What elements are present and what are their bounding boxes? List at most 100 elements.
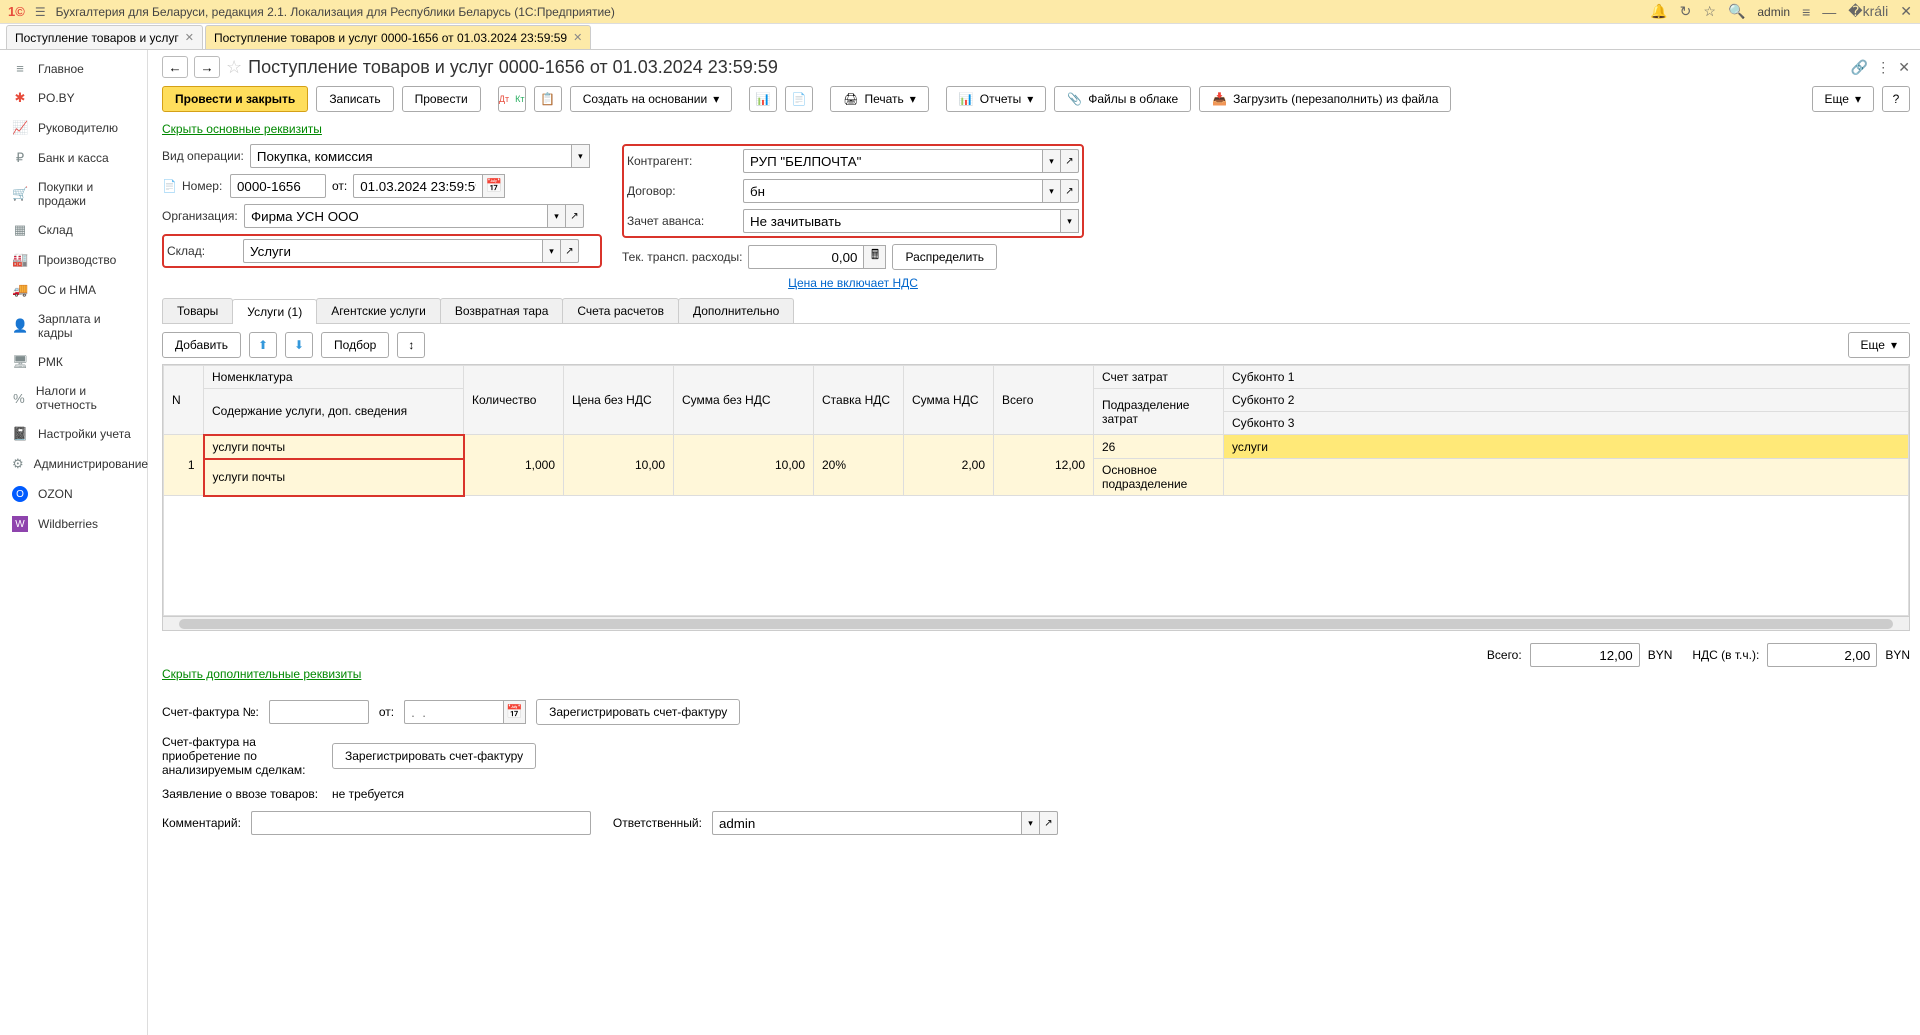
hide-main-link[interactable]: Скрыть основные реквизиты [162, 122, 322, 136]
cell-sum[interactable]: 10,00 [674, 435, 814, 496]
sidebar-item-bank[interactable]: ₽Банк и касса [0, 143, 147, 173]
menu-icon[interactable]: ☰ [35, 5, 46, 19]
col-cost-acc[interactable]: Счет затрат [1094, 366, 1224, 389]
bell-icon[interactable]: 🔔 [1650, 3, 1667, 20]
horizontal-scrollbar[interactable] [163, 616, 1909, 630]
tab-item[interactable]: Поступление товаров и услуг ✕ [6, 25, 203, 49]
load-file-button[interactable]: 📥 Загрузить (перезаполнить) из файла [1199, 86, 1451, 112]
col-sub1[interactable]: Субконто 1 [1224, 366, 1909, 389]
tab-close-icon[interactable]: ✕ [185, 31, 194, 44]
calendar-button[interactable]: 📅 [504, 700, 526, 724]
tab-agent[interactable]: Агентские услуги [316, 298, 441, 323]
sidebar-item-sales[interactable]: 🛒Покупки и продажи [0, 173, 147, 215]
dropdown-button[interactable]: ▾ [543, 239, 561, 263]
register-invoice-button[interactable]: Зарегистрировать счет-фактуру [536, 699, 740, 725]
cell-cost-dept[interactable]: Основное подразделение [1094, 459, 1224, 496]
open-button[interactable]: ↗ [566, 204, 584, 228]
col-price[interactable]: Цена без НДС [564, 366, 674, 435]
tab-close-icon[interactable]: ✕ [573, 31, 582, 44]
sidebar-item-production[interactable]: 🏭Производство [0, 245, 147, 275]
star-icon[interactable]: ☆ [1703, 3, 1716, 20]
save-button[interactable]: Записать [316, 86, 393, 112]
structure-button[interactable]: 📋 [534, 86, 562, 112]
excel-button[interactable]: 📊 [749, 86, 777, 112]
sidebar-item-assets[interactable]: 🚚ОС и НМА [0, 275, 147, 305]
cell-total[interactable]: 12,00 [994, 435, 1094, 496]
col-content[interactable]: Содержание услуги, доп. сведения [204, 389, 464, 435]
sidebar-item-ozon[interactable]: OOZON [0, 479, 147, 509]
dropdown-button[interactable]: ▾ [572, 144, 590, 168]
nav-back-button[interactable]: ← [162, 56, 188, 78]
col-cost-dept[interactable]: Подразделение затрат [1094, 389, 1224, 435]
cell-sub2[interactable] [1224, 459, 1909, 496]
sidebar-item-wb[interactable]: WWildberries [0, 509, 147, 539]
open-button[interactable]: ↗ [561, 239, 579, 263]
tab-services[interactable]: Услуги (1) [232, 299, 317, 324]
cell-price[interactable]: 10,00 [564, 435, 674, 496]
favorite-star-icon[interactable]: ☆ [226, 57, 242, 78]
advance-input[interactable] [743, 209, 1061, 233]
dropdown-button[interactable]: ▾ [1043, 179, 1061, 203]
org-input[interactable] [244, 204, 548, 228]
col-vat-rate[interactable]: Ставка НДС [814, 366, 904, 435]
price-vat-link[interactable]: Цена не включает НДС [788, 276, 918, 290]
col-sub3[interactable]: Субконто 3 [1224, 412, 1909, 435]
sidebar-item-poby[interactable]: ✱PO.BY [0, 83, 147, 113]
calc-button[interactable]: 🖩 [864, 245, 886, 269]
col-qty[interactable]: Количество [464, 366, 564, 435]
open-button[interactable]: ↗ [1061, 149, 1079, 173]
change-button[interactable]: ↕ [397, 332, 425, 358]
calendar-button[interactable]: 📅 [483, 174, 505, 198]
sidebar-item-hr[interactable]: 👤Зарплата и кадры [0, 305, 147, 347]
sidebar-item-warehouse[interactable]: ▦Склад [0, 215, 147, 245]
sidebar-item-rmk[interactable]: 🖥РМК [0, 347, 147, 377]
reports-button[interactable]: 📊 Отчеты ▾ [946, 86, 1046, 112]
move-up-button[interactable]: ⬆ [249, 332, 277, 358]
cell-sub1[interactable]: услуги [1224, 435, 1909, 459]
history-icon[interactable]: ↻ [1680, 3, 1692, 20]
col-nomenclature[interactable]: Номенклатура [204, 366, 464, 389]
register-invoice2-button[interactable]: Зарегистрировать счет-фактуру [332, 743, 536, 769]
col-n[interactable]: N [164, 366, 204, 435]
sidebar-item-settings[interactable]: 📓Настройки учета [0, 419, 147, 449]
cell-vat-rate[interactable]: 20% [814, 435, 904, 496]
minimize-icon[interactable]: — [1822, 4, 1836, 20]
print-button[interactable]: 🖨 Печать ▾ [830, 86, 929, 112]
hide-extra-link[interactable]: Скрыть дополнительные реквизиты [162, 667, 361, 681]
cell-nomenclature[interactable]: услуги почты [204, 435, 464, 459]
number-input[interactable] [230, 174, 326, 198]
create-based-button[interactable]: Создать на основании ▾ [570, 86, 733, 112]
contract-input[interactable] [743, 179, 1043, 203]
maximize-icon[interactable]: �králi [1848, 3, 1888, 20]
dropdown-button[interactable]: ▾ [1022, 811, 1040, 835]
sidebar-item-tax[interactable]: %Налоги и отчетность [0, 377, 147, 419]
sidebar-item-main[interactable]: ≡Главное [0, 54, 147, 83]
cell-n[interactable]: 1 [164, 435, 204, 496]
date-input[interactable] [353, 174, 483, 198]
open-button[interactable]: ↗ [1040, 811, 1058, 835]
cell-qty[interactable]: 1,000 [464, 435, 564, 496]
dt-kt-button[interactable]: ДтКт [498, 86, 526, 112]
user-label[interactable]: admin [1757, 5, 1790, 19]
table-more-button[interactable]: Еще ▾ [1848, 332, 1910, 358]
open-button[interactable]: ↗ [1061, 179, 1079, 203]
xml-button[interactable]: 📄 [785, 86, 813, 112]
op-type-input[interactable] [250, 144, 572, 168]
post-close-button[interactable]: Провести и закрыть [162, 86, 308, 112]
sidebar-item-manager[interactable]: 📈Руководителю [0, 113, 147, 143]
col-sub2[interactable]: Субконто 2 [1224, 389, 1909, 412]
invoice-date-input[interactable] [404, 700, 504, 724]
responsible-input[interactable] [712, 811, 1022, 835]
search-icon[interactable]: 🔍 [1728, 3, 1745, 20]
close-icon[interactable]: ✕ [1900, 3, 1912, 20]
help-button[interactable]: ? [1882, 86, 1910, 112]
files-button[interactable]: 📎 Файлы в облаке [1054, 86, 1191, 112]
dropdown-button[interactable]: ▾ [548, 204, 566, 228]
col-sum[interactable]: Сумма без НДС [674, 366, 814, 435]
col-total[interactable]: Всего [994, 366, 1094, 435]
cell-vat-sum[interactable]: 2,00 [904, 435, 994, 496]
contractor-input[interactable] [743, 149, 1043, 173]
cell-content[interactable]: услуги почты [204, 459, 464, 496]
cell-cost-acc[interactable]: 26 [1094, 435, 1224, 459]
invoice-number-input[interactable] [269, 700, 369, 724]
